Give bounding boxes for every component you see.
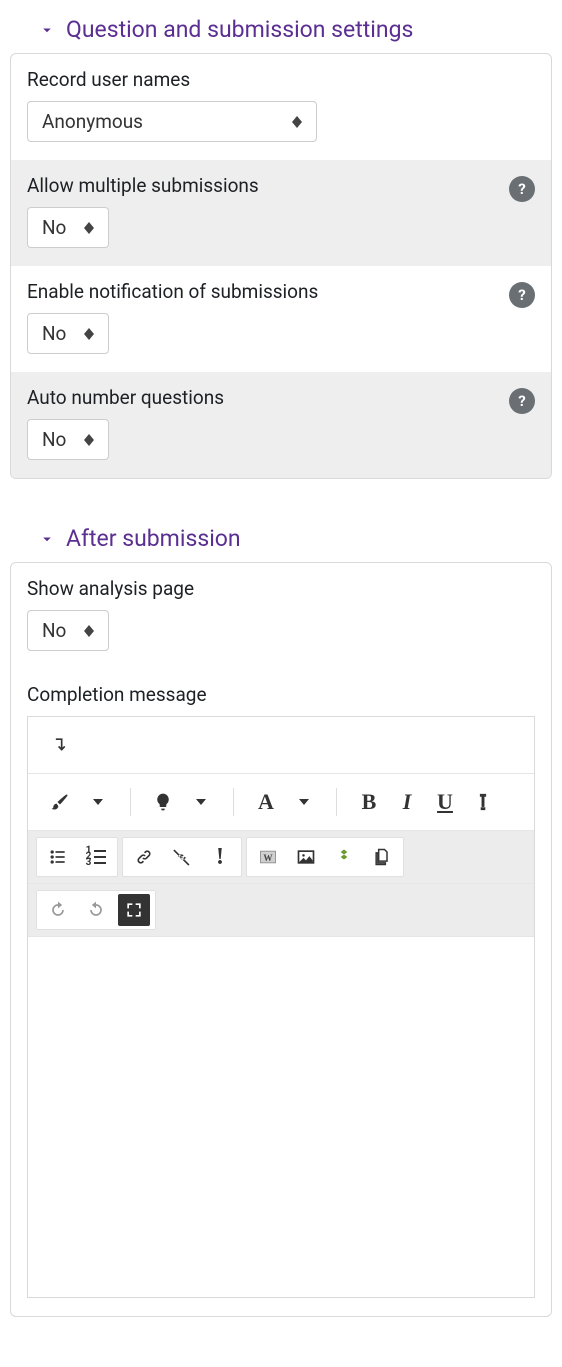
section-title: After submission — [66, 525, 241, 552]
brush-dropdown-caret-icon[interactable] — [82, 786, 114, 818]
select-caret-icon — [84, 222, 94, 234]
toolbar-divider — [336, 788, 337, 816]
font-dropdown-caret-icon[interactable] — [288, 786, 320, 818]
select-caret-icon — [292, 116, 302, 128]
link-button[interactable] — [128, 841, 160, 873]
toggle-toolbar-button[interactable] — [44, 729, 76, 761]
select-record-user-names[interactable]: Anonymous — [27, 101, 317, 142]
bulb-dropdown-caret-icon[interactable] — [185, 786, 217, 818]
select-caret-icon — [84, 625, 94, 637]
row-completion-message: Completion message — [11, 669, 551, 1316]
redo-button[interactable] — [80, 894, 112, 926]
bold-button[interactable]: B — [353, 786, 385, 818]
select-allow-multiple[interactable]: No — [27, 207, 109, 248]
unordered-list-button[interactable] — [42, 841, 74, 873]
undo-button[interactable] — [42, 894, 74, 926]
clear-formatting-button[interactable] — [467, 786, 499, 818]
image-button[interactable] — [290, 841, 322, 873]
fullscreen-button[interactable] — [118, 894, 150, 926]
select-auto-number[interactable]: No — [27, 419, 109, 460]
bulb-icon[interactable] — [147, 786, 179, 818]
select-value: No — [42, 216, 66, 239]
row-auto-number: ? Auto number questions No — [11, 372, 551, 478]
label-allow-multiple: Allow multiple submissions — [27, 174, 535, 197]
row-enable-notification: ? Enable notification of submissions No — [11, 266, 551, 372]
section-toggle-after-submission[interactable]: After submission — [10, 519, 552, 562]
paste-word-button[interactable]: W — [252, 841, 284, 873]
media-button[interactable] — [328, 841, 360, 873]
editor-toolbar-tertiary — [28, 884, 534, 937]
help-icon[interactable]: ? — [509, 176, 535, 202]
select-value: No — [42, 619, 66, 642]
label-auto-number: Auto number questions — [27, 386, 535, 409]
editor-toolbar-main: A B I U — [28, 774, 534, 831]
chevron-down-icon — [38, 530, 56, 548]
help-icon[interactable]: ? — [509, 388, 535, 414]
underline-button[interactable]: U — [429, 786, 461, 818]
rich-text-editor: A B I U — [27, 716, 535, 1298]
toolbar-divider — [233, 788, 234, 816]
select-enable-notification[interactable]: No — [27, 313, 109, 354]
ordered-list-button[interactable]: 1 2 3 — [80, 841, 112, 873]
help-icon[interactable]: ? — [509, 282, 535, 308]
label-completion-message: Completion message — [27, 683, 535, 706]
editor-textarea[interactable] — [28, 937, 534, 1297]
section-title: Question and submission settings — [66, 16, 413, 43]
section-toggle-question-settings[interactable]: Question and submission settings — [10, 10, 552, 53]
select-caret-icon — [84, 328, 94, 340]
panel-after-submission: Show analysis page No Completion message — [10, 562, 552, 1317]
font-button[interactable]: A — [250, 786, 282, 818]
files-button[interactable] — [366, 841, 398, 873]
row-allow-multiple: ? Allow multiple submissions No — [11, 160, 551, 266]
select-show-analysis[interactable]: No — [27, 610, 109, 651]
brush-icon[interactable] — [44, 786, 76, 818]
label-record-user-names: Record user names — [27, 68, 535, 91]
editor-toolbar-secondary: 1 2 3 ! — [28, 831, 534, 884]
toolbar-divider — [130, 788, 131, 816]
select-value: No — [42, 322, 66, 345]
label-show-analysis: Show analysis page — [27, 577, 535, 600]
select-value: Anonymous — [42, 110, 143, 133]
panel-question-settings: Record user names Anonymous ? Allow mult… — [10, 53, 552, 479]
prevent-autolink-button[interactable]: ! — [204, 841, 236, 873]
select-value: No — [42, 428, 66, 451]
row-record-user-names: Record user names Anonymous — [11, 54, 551, 160]
chevron-down-icon — [38, 21, 56, 39]
row-show-analysis: Show analysis page No — [11, 563, 551, 669]
editor-toolbar-toggle-row — [28, 717, 534, 774]
select-caret-icon — [84, 434, 94, 446]
italic-button[interactable]: I — [391, 786, 423, 818]
svg-text:W: W — [263, 853, 273, 863]
unlink-button[interactable] — [166, 841, 198, 873]
label-enable-notification: Enable notification of submissions — [27, 280, 535, 303]
